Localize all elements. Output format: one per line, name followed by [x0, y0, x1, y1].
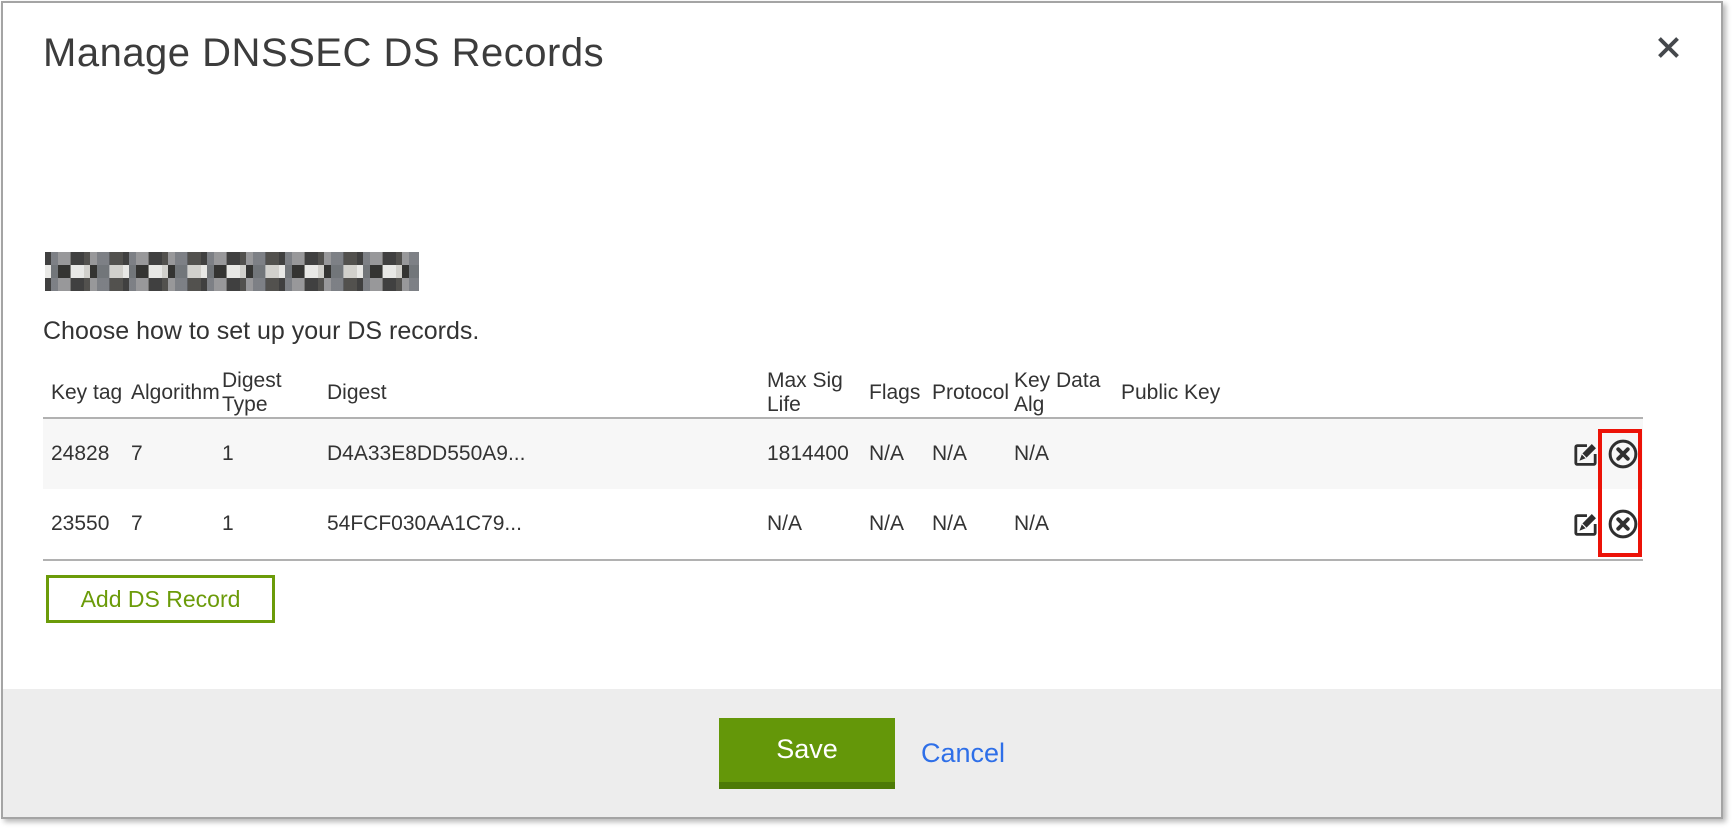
- column-header-public-key: Public Key: [1113, 369, 1528, 418]
- cell-flags: N/A: [861, 489, 924, 560]
- cell-public-key: [1113, 489, 1528, 560]
- column-header-digest-type: Digest Type: [214, 369, 319, 418]
- cell-actions: [1528, 418, 1643, 489]
- dialog-title: Manage DNSSEC DS Records: [43, 31, 604, 76]
- cell-key-tag: 23550: [43, 489, 123, 560]
- column-header-flags: Flags: [861, 369, 924, 418]
- cancel-link[interactable]: Cancel: [921, 738, 1005, 769]
- cell-algorithm: 7: [123, 418, 214, 489]
- add-ds-record-button[interactable]: Add DS Record: [46, 575, 275, 623]
- cell-key-data-alg: N/A: [1006, 489, 1113, 560]
- column-header-digest: Digest: [319, 369, 759, 418]
- column-header-key-tag: Key tag: [43, 369, 123, 418]
- domain-name-redacted: [45, 252, 419, 291]
- cell-flags: N/A: [861, 418, 924, 489]
- table-row: 23550 7 1 54FCF030AA1C79... N/A N/A N/A …: [43, 489, 1643, 560]
- save-button[interactable]: Save: [719, 718, 895, 789]
- cell-actions: [1528, 489, 1643, 560]
- edit-record-button[interactable]: [1572, 511, 1599, 538]
- ds-records-table: Key tag Algorithm Digest Type Digest Max…: [43, 369, 1643, 561]
- delete-circled-x-icon: [1608, 457, 1638, 472]
- edit-record-button[interactable]: [1572, 441, 1599, 468]
- column-header-max-sig-life: Max Sig Life: [759, 369, 861, 418]
- cell-max-sig-life: 1814400: [759, 418, 861, 489]
- cell-algorithm: 7: [123, 489, 214, 560]
- delete-record-button[interactable]: [1608, 509, 1638, 539]
- dialog-footer: Save Cancel: [3, 689, 1721, 817]
- column-header-protocol: Protocol: [924, 369, 1006, 418]
- instructions-text: Choose how to set up your DS records.: [43, 317, 479, 346]
- delete-circled-x-icon: [1608, 527, 1638, 542]
- table-row: 24828 7 1 D4A33E8DD550A9... 1814400 N/A …: [43, 418, 1643, 489]
- cell-protocol: N/A: [924, 418, 1006, 489]
- cell-key-data-alg: N/A: [1006, 418, 1113, 489]
- column-header-key-data-alg: Key Data Alg: [1006, 369, 1113, 418]
- edit-icon: [1572, 456, 1599, 471]
- manage-dnssec-dialog: Manage DNSSEC DS Records Choose how to s…: [1, 1, 1723, 819]
- cell-digest-type: 1: [214, 418, 319, 489]
- cell-digest-type: 1: [214, 489, 319, 560]
- column-header-algorithm: Algorithm: [123, 369, 214, 418]
- cell-max-sig-life: N/A: [759, 489, 861, 560]
- delete-record-button[interactable]: [1608, 439, 1638, 469]
- cell-public-key: [1113, 418, 1528, 489]
- close-button[interactable]: [1646, 25, 1690, 69]
- table-header-row: Key tag Algorithm Digest Type Digest Max…: [43, 369, 1643, 418]
- cell-digest: D4A33E8DD550A9...: [319, 418, 759, 489]
- close-icon: [1653, 32, 1684, 63]
- cell-key-tag: 24828: [43, 418, 123, 489]
- edit-icon: [1572, 526, 1599, 541]
- cell-digest: 54FCF030AA1C79...: [319, 489, 759, 560]
- column-header-actions: [1528, 369, 1643, 418]
- cell-protocol: N/A: [924, 489, 1006, 560]
